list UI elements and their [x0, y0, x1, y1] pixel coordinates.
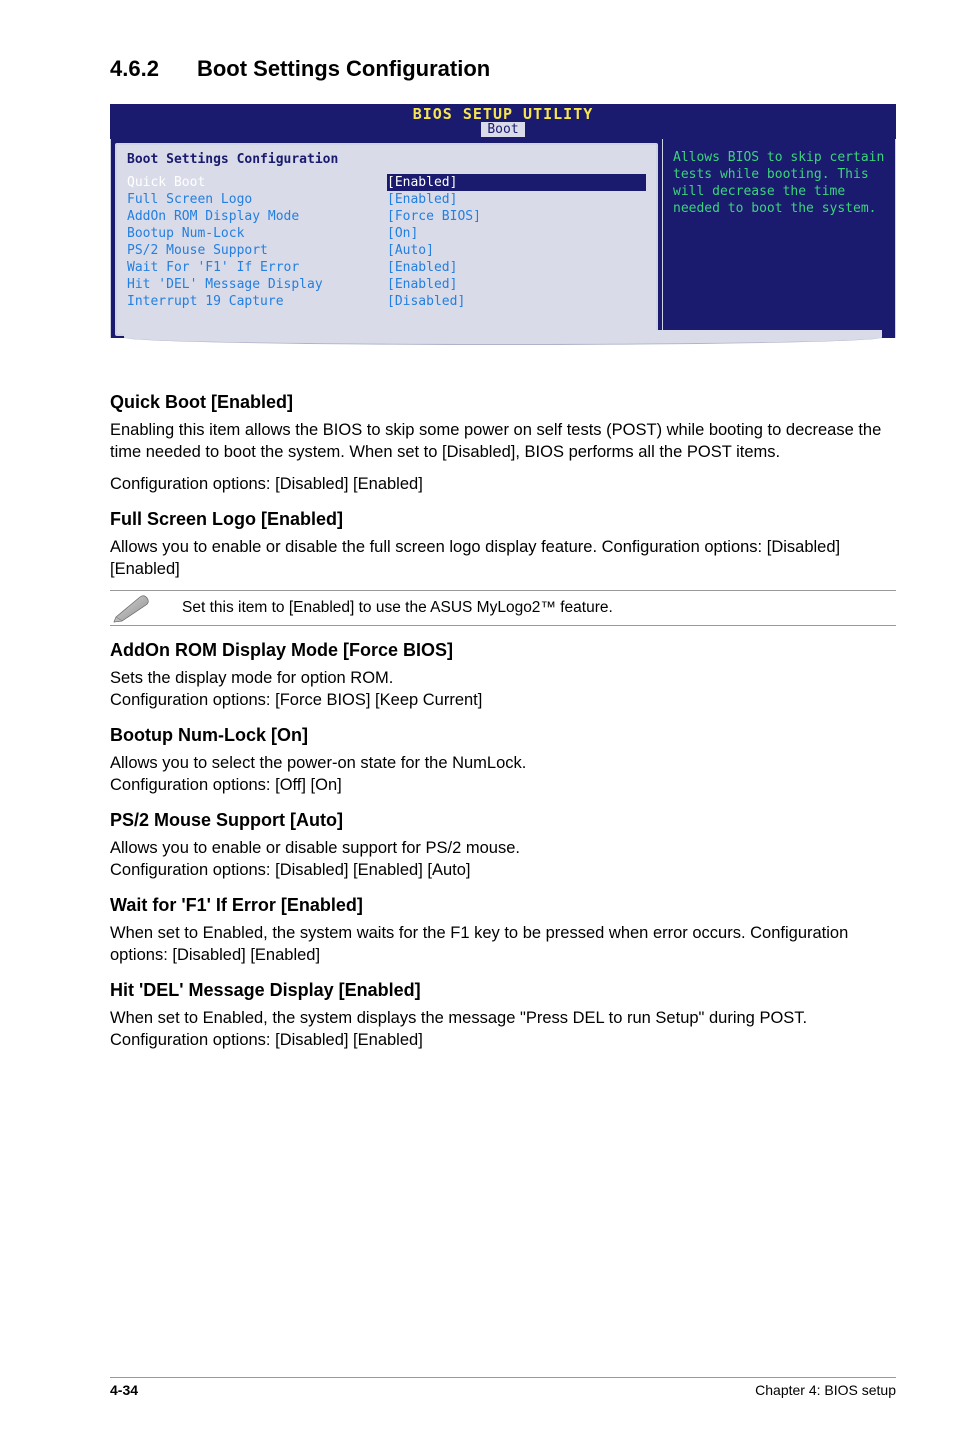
bios-row-label: Bootup Num-Lock — [127, 225, 387, 242]
addon-text2: Configuration options: [Force BIOS] [Kee… — [110, 689, 896, 711]
bios-screenshot: BIOS SETUP UTILITY Boot Boot Settings Co… — [110, 104, 896, 362]
bios-row-value: [Force BIOS] — [387, 208, 481, 225]
bios-row-value: [Auto] — [387, 242, 434, 259]
bios-row-value: [Disabled] — [387, 293, 465, 310]
bios-row: Bootup Num-Lock[On] — [127, 225, 646, 242]
chapter-label: Chapter 4: BIOS setup — [755, 1382, 896, 1398]
bios-row-value: [On] — [387, 225, 418, 242]
bios-help: Allows BIOS to skip certain tests while … — [663, 139, 896, 340]
quick-boot-text2: Configuration options: [Disabled] [Enabl… — [110, 473, 896, 495]
numlock-heading: Bootup Num-Lock [On] — [110, 725, 896, 746]
bios-row: Full Screen Logo[Enabled] — [127, 191, 646, 208]
bios-row-label: Interrupt 19 Capture — [127, 293, 387, 310]
quick-boot-text1: Enabling this item allows the BIOS to sk… — [110, 419, 896, 463]
bios-row: PS/2 Mouse Support[Auto] — [127, 242, 646, 259]
addon-text1: Sets the display mode for option ROM. — [110, 667, 896, 689]
section-text: Boot Settings Configuration — [197, 56, 490, 81]
quick-boot-heading: Quick Boot [Enabled] — [110, 392, 896, 413]
ps2-text2: Configuration options: [Disabled] [Enabl… — [110, 859, 896, 881]
ps2-text1: Allows you to enable or disable support … — [110, 837, 896, 859]
bios-row-value: [Enabled] — [387, 191, 457, 208]
note-box: Set this item to [Enabled] to use the AS… — [110, 590, 896, 626]
page-number: 4-34 — [110, 1382, 138, 1398]
del-heading: Hit 'DEL' Message Display [Enabled] — [110, 980, 896, 1001]
bios-row: Quick Boot[Enabled] — [127, 174, 646, 191]
section-title: 4.6.2 Boot Settings Configuration — [110, 56, 896, 82]
fullscreen-heading: Full Screen Logo [Enabled] — [110, 509, 896, 530]
numlock-text2: Configuration options: [Off] [On] — [110, 774, 896, 796]
f1-heading: Wait for 'F1' If Error [Enabled] — [110, 895, 896, 916]
note-text: Set this item to [Enabled] to use the AS… — [182, 599, 613, 617]
bios-row: Wait For 'F1' If Error[Enabled] — [127, 259, 646, 276]
fullscreen-text: Allows you to enable or disable the full… — [110, 536, 896, 580]
bios-title: BIOS SETUP UTILITY — [110, 104, 896, 122]
bios-row-label: Full Screen Logo — [127, 191, 387, 208]
page-footer: 4-34 Chapter 4: BIOS setup — [110, 1377, 896, 1398]
addon-heading: AddOn ROM Display Mode [Force BIOS] — [110, 640, 896, 661]
bios-row-value: [Enabled] — [387, 259, 457, 276]
bios-row-label: AddOn ROM Display Mode — [127, 208, 387, 225]
bios-heading: Boot Settings Configuration — [127, 151, 646, 168]
numlock-text1: Allows you to select the power-on state … — [110, 752, 896, 774]
ps2-heading: PS/2 Mouse Support [Auto] — [110, 810, 896, 831]
del-text: When set to Enabled, the system displays… — [110, 1007, 896, 1051]
bios-row-label: Hit 'DEL' Message Display — [127, 276, 387, 293]
bios-row-label: Wait For 'F1' If Error — [127, 259, 387, 276]
bios-tab: Boot — [481, 122, 524, 137]
bios-row: Hit 'DEL' Message Display[Enabled] — [127, 276, 646, 293]
f1-text: When set to Enabled, the system waits fo… — [110, 922, 896, 966]
bios-row-label: Quick Boot — [127, 174, 387, 191]
bios-row: Interrupt 19 Capture[Disabled] — [127, 293, 646, 310]
section-number: 4.6.2 — [110, 56, 159, 82]
bios-row: AddOn ROM Display Mode[Force BIOS] — [127, 208, 646, 225]
bios-row-value: [Enabled] — [387, 174, 457, 191]
bios-row-label: PS/2 Mouse Support — [127, 242, 387, 259]
pencil-icon — [110, 593, 152, 623]
bios-row-value: [Enabled] — [387, 276, 457, 293]
